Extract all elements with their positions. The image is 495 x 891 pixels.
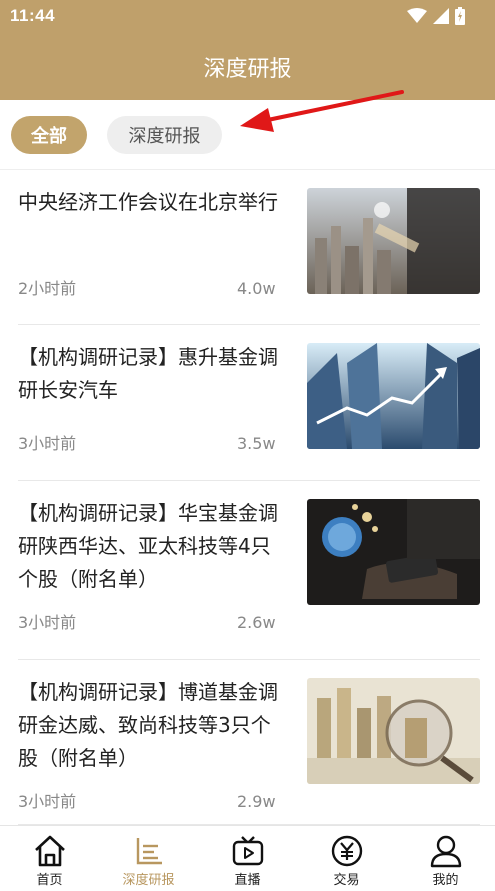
- tab-label: 深度研报: [122, 873, 175, 888]
- article-views: 2.6w: [237, 613, 276, 632]
- tab-home[interactable]: 首页: [0, 826, 99, 891]
- article-title: 【机构调研记录】博道基金调研金达威、致尚科技等3只个股（附名单）: [18, 680, 278, 770]
- list-item[interactable]: 【机构调研记录】博道基金调研金达威、致尚科技等3只个股（附名单） 3小时前 2.…: [18, 660, 480, 825]
- article-time: 3小时前: [18, 434, 77, 453]
- status-time: 11:44: [10, 6, 56, 25]
- header-bar: 深度研报: [0, 34, 495, 132]
- tab-research[interactable]: 深度研报: [99, 826, 198, 891]
- list-item[interactable]: 中央经济工作会议在北京举行 2小时前 4.0w: [18, 170, 480, 325]
- battery-icon: [455, 7, 465, 25]
- article-time: 2小时前: [18, 279, 77, 298]
- bottom-tab-bar: 首页 深度研报 直播 交易 我的: [0, 825, 495, 891]
- article-time: 3小时前: [18, 792, 77, 811]
- filter-chip-all[interactable]: 全部: [11, 116, 87, 154]
- yen-icon: [331, 835, 362, 867]
- tab-trade[interactable]: 交易: [297, 826, 396, 891]
- article-thumbnail: [307, 678, 480, 784]
- bar-chart-icon: [136, 838, 162, 865]
- article-time: 3小时前: [18, 613, 77, 632]
- tv-icon: [232, 836, 263, 866]
- article-title: 【机构调研记录】惠升基金调研长安汽车: [18, 345, 278, 402]
- user-icon: [430, 835, 461, 868]
- article-views: 4.0w: [237, 279, 276, 298]
- article-thumbnail: [307, 499, 480, 605]
- filter-bar: 全部 深度研报: [0, 100, 495, 170]
- filter-chip-label: 深度研报: [128, 126, 201, 147]
- article-title: 中央经济工作会议在北京举行: [18, 190, 278, 214]
- status-bar: 11:44: [0, 0, 495, 34]
- article-thumbnail: [307, 188, 480, 294]
- list-item[interactable]: 【机构调研记录】惠升基金调研长安汽车 3小时前 3.5w: [18, 325, 480, 481]
- list-item[interactable]: 【机构调研记录】华宝基金调研陕西华达、亚太科技等4只个股（附名单） 3小时前 2…: [18, 481, 480, 660]
- article-views: 3.5w: [237, 434, 276, 453]
- tab-label: 首页: [36, 873, 63, 888]
- wifi-icon: [407, 8, 427, 23]
- tab-label: 我的: [432, 873, 459, 888]
- filter-chip-label: 全部: [31, 126, 67, 147]
- tab-mine[interactable]: 我的: [396, 826, 495, 891]
- status-icons: [407, 7, 465, 25]
- article-thumbnail: [307, 343, 480, 449]
- filter-chip-research[interactable]: 深度研报: [107, 116, 222, 154]
- page-title: 深度研报: [203, 57, 292, 82]
- article-views: 2.9w: [237, 792, 276, 811]
- tab-live[interactable]: 直播: [198, 826, 297, 891]
- tab-label: 交易: [333, 873, 360, 888]
- signal-icon: [433, 8, 449, 24]
- home-icon: [34, 835, 65, 867]
- article-title: 【机构调研记录】华宝基金调研陕西华达、亚太科技等4只个股（附名单）: [18, 501, 278, 591]
- tab-label: 直播: [234, 873, 261, 888]
